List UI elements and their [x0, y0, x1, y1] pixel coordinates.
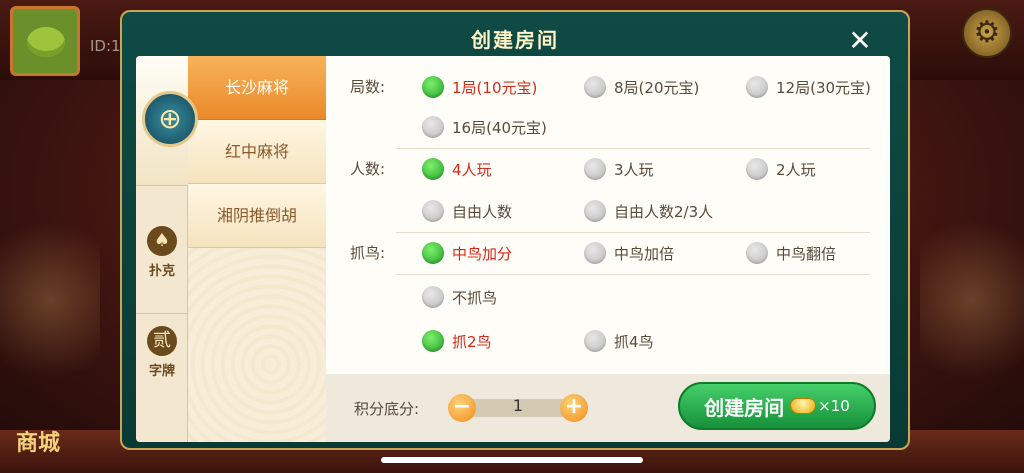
radio-icon — [422, 116, 444, 138]
radio-icon — [422, 200, 444, 222]
rounds-option-1-label: 1局(10元宝) — [452, 78, 538, 97]
minus-icon[interactable]: − — [448, 394, 476, 422]
birds-option-catch-4[interactable]: 抓4鸟 — [584, 328, 654, 354]
dialog-panel: ♠ 扑克 贰 字牌 长沙麻将 红中麻将 湘阴推倒胡 局数: 1局(10元宝) — [136, 56, 890, 442]
radio-icon — [584, 76, 606, 98]
rounds-option-16-label: 16局(40元宝) — [452, 118, 547, 137]
radio-icon — [422, 286, 444, 308]
birds-label: 抓鸟: — [350, 244, 386, 262]
category-poker[interactable]: ♠ 扑克 — [136, 214, 188, 314]
mahjong-tile-icon — [142, 91, 198, 147]
rounds-option-1[interactable]: 1局(10元宝) — [422, 74, 537, 100]
score-stepper: − 1 + — [448, 394, 588, 422]
home-indicator[interactable] — [381, 457, 643, 463]
radio-selected-icon — [422, 330, 444, 352]
radio-icon — [584, 158, 606, 180]
players-option-3-label: 3人玩 — [614, 160, 654, 179]
create-room-dialog: 创建房间 ✕ ♠ 扑克 贰 字牌 长沙麻将 红中麻将 湘阴推倒胡 — [120, 10, 910, 450]
category-column: ♠ 扑克 贰 字牌 — [136, 56, 198, 442]
players-label: 人数: — [350, 160, 386, 178]
birds-option-multiply-label: 中鸟翻倍 — [776, 244, 837, 263]
players-option-4[interactable]: 4人玩 — [422, 156, 492, 182]
tabs-decoration — [188, 248, 326, 442]
tab-changsha-mahjong[interactable]: 长沙麻将 — [188, 56, 326, 120]
rounds-option-12[interactable]: 12局(30元宝) — [746, 74, 871, 100]
category-zipai[interactable]: 贰 字牌 — [136, 314, 188, 442]
divider — [396, 274, 870, 275]
rounds-option-8-label: 8局(20元宝) — [614, 78, 700, 97]
create-room-label: 创建房间 — [704, 395, 785, 420]
players-option-free-2-3[interactable]: 自由人数2/3人 — [584, 198, 713, 224]
radio-icon — [584, 330, 606, 352]
radio-selected-icon — [422, 76, 444, 98]
category-zipai-label: 字牌 — [148, 364, 175, 379]
dialog-footer: 积分底分: − 1 + 创建房间 ×10 — [326, 374, 890, 442]
tab-hongzhong-mahjong[interactable]: 红中麻将 — [188, 120, 326, 184]
lobby-decoration-right — [920, 200, 1024, 400]
players-option-free-label: 自由人数 — [452, 202, 513, 221]
dialog-title: 创建房间 — [471, 28, 559, 52]
birds-option-double[interactable]: 中鸟加倍 — [584, 240, 674, 266]
rounds-label: 局数: — [350, 78, 386, 96]
create-room-button[interactable]: 创建房间 ×10 — [678, 382, 876, 430]
players-option-free[interactable]: 自由人数 — [422, 198, 512, 224]
birds-option-multiply[interactable]: 中鸟翻倍 — [746, 240, 836, 266]
radio-icon — [746, 158, 768, 180]
tab-xiangyin-tuidaohu[interactable]: 湘阴推倒胡 — [188, 184, 326, 248]
plus-icon[interactable]: + — [560, 394, 588, 422]
gold-ingot-icon — [790, 398, 817, 414]
rounds-option-16[interactable]: 16局(40元宝) — [422, 114, 547, 140]
rule-options: 局数: 1局(10元宝) 8局(20元宝) 12局(30元宝) 16局(40元宝… — [326, 56, 890, 374]
birds-option-catch-4-label: 抓4鸟 — [614, 332, 654, 351]
game-tabs: 长沙麻将 红中麻将 湘阴推倒胡 — [188, 56, 326, 442]
gear-icon[interactable]: ⚙ — [962, 8, 1012, 58]
birds-option-catch-2-label: 抓2鸟 — [452, 332, 492, 351]
spade-icon: ♠ — [147, 226, 177, 256]
lobby-decoration-left — [0, 200, 100, 400]
birds-option-catch-2[interactable]: 抓2鸟 — [422, 328, 492, 354]
birds-option-add-label: 中鸟加分 — [452, 244, 513, 263]
birds-option-add[interactable]: 中鸟加分 — [422, 240, 512, 266]
radio-icon — [746, 242, 768, 264]
radio-icon — [746, 76, 768, 98]
shop-button[interactable]: 商城 — [16, 425, 96, 465]
rounds-option-8[interactable]: 8局(20元宝) — [584, 74, 699, 100]
players-option-free-2-3-label: 自由人数2/3人 — [614, 202, 714, 221]
players-option-2-label: 2人玩 — [776, 160, 816, 179]
score-label: 积分底分: — [354, 400, 420, 418]
radio-selected-icon — [422, 242, 444, 264]
close-icon[interactable]: ✕ — [842, 24, 878, 60]
create-room-cost: ×10 — [818, 397, 850, 415]
players-option-3[interactable]: 3人玩 — [584, 156, 654, 182]
radio-icon — [584, 242, 606, 264]
radio-icon — [584, 200, 606, 222]
score-value: 1 — [512, 396, 524, 415]
dialog-header: 创建房间 ✕ — [122, 12, 908, 62]
birds-option-none[interactable]: 不抓鸟 — [422, 284, 497, 310]
divider — [396, 148, 870, 149]
radio-selected-icon — [422, 158, 444, 180]
rounds-option-12-label: 12局(30元宝) — [776, 78, 871, 97]
divider — [396, 232, 870, 233]
category-mahjong[interactable] — [136, 56, 198, 186]
players-option-4-label: 4人玩 — [452, 160, 492, 179]
birds-option-none-label: 不抓鸟 — [452, 288, 498, 307]
avatar[interactable] — [10, 6, 80, 76]
category-poker-label: 扑克 — [148, 264, 175, 279]
birds-option-double-label: 中鸟加倍 — [614, 244, 675, 263]
players-option-2[interactable]: 2人玩 — [746, 156, 816, 182]
zipai-icon: 贰 — [147, 326, 177, 356]
